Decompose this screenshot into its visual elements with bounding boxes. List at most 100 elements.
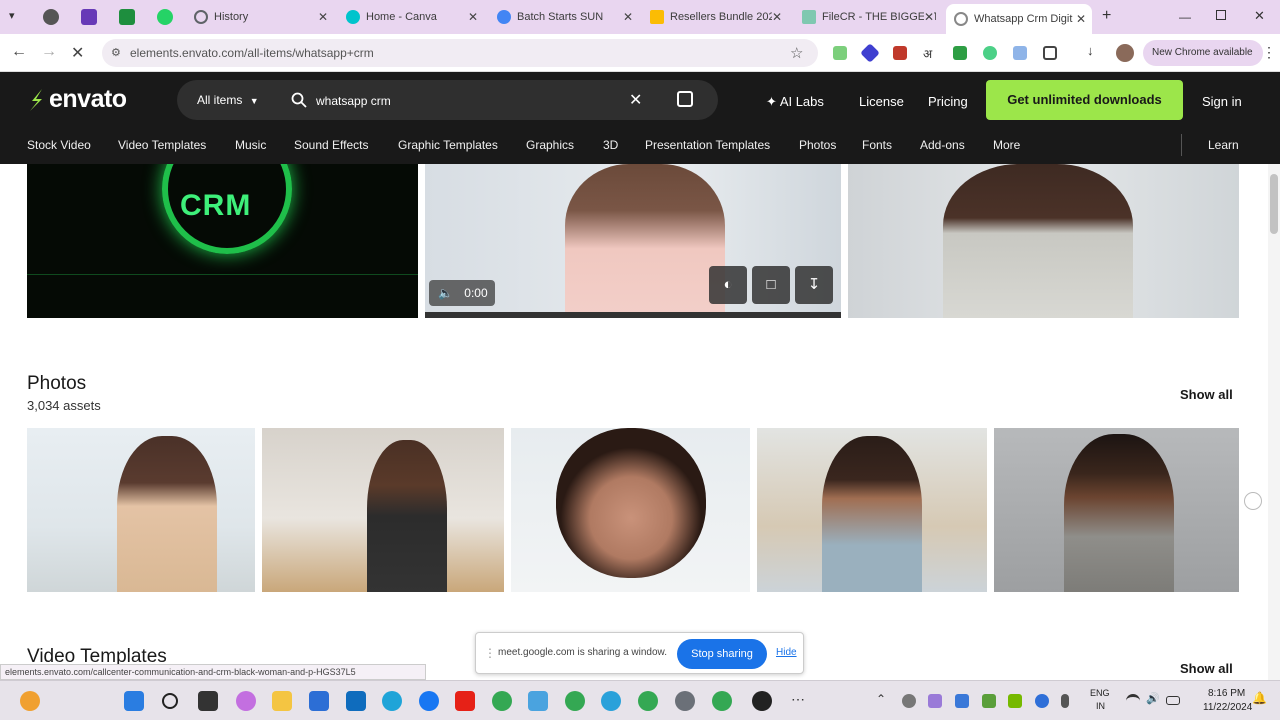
- photo-thumb[interactable]: [757, 428, 987, 592]
- chrome-icon[interactable]: [638, 691, 658, 711]
- close-icon[interactable]: ✕: [923, 10, 934, 24]
- close-icon[interactable]: ✕: [771, 10, 782, 24]
- tab-whatsapp-crm[interactable]: Whatsapp Crm Digit ✕: [946, 4, 1092, 34]
- taskbar-search-icon[interactable]: [162, 693, 178, 709]
- more-apps-icon[interactable]: ⋯: [791, 691, 805, 708]
- tab-search-icon[interactable]: ▾: [9, 9, 25, 25]
- search-input[interactable]: whatsapp crm: [316, 94, 391, 108]
- nav-more[interactable]: More: [993, 138, 1020, 152]
- site-info-icon[interactable]: ⚙: [111, 46, 121, 59]
- pinned-tab-forms-icon[interactable]: [81, 9, 97, 25]
- nav-learn[interactable]: Learn: [1208, 138, 1239, 152]
- close-icon[interactable]: ✕: [622, 10, 633, 24]
- tab-history[interactable]: History ✕: [194, 6, 330, 28]
- translate-icon[interactable]: अ: [923, 45, 937, 61]
- pinned-tab-github-icon[interactable]: [43, 9, 59, 25]
- new-tab-button[interactable]: +: [1102, 7, 1111, 25]
- notification-bell-icon[interactable]: 🔔: [1252, 691, 1267, 705]
- chrome-icon[interactable]: [565, 691, 585, 711]
- pinned-tab-whatsapp-icon[interactable]: [157, 9, 173, 25]
- volume-time-pill[interactable]: 🔈 0:00: [429, 280, 495, 306]
- nav-fonts[interactable]: Fonts: [862, 138, 892, 152]
- extension-icon[interactable]: [893, 46, 907, 60]
- floating-scroll-icon[interactable]: [1244, 492, 1262, 510]
- input-region[interactable]: IN: [1096, 701, 1105, 711]
- nav-add-ons[interactable]: Add-ons: [920, 138, 965, 152]
- video-templates-show-all-link[interactable]: Show all: [1180, 661, 1233, 676]
- photo-thumb[interactable]: [262, 428, 504, 592]
- input-language[interactable]: ENG: [1090, 688, 1110, 698]
- window-close-icon[interactable]: ✕: [1254, 8, 1265, 24]
- telegram-icon[interactable]: [601, 691, 621, 711]
- youtube-icon[interactable]: [455, 691, 475, 711]
- nav-sound-effects[interactable]: Sound Effects: [294, 138, 369, 152]
- chrome-icon[interactable]: [492, 691, 512, 711]
- download-ext-icon[interactable]: [953, 46, 967, 60]
- nav-photos[interactable]: Photos: [799, 138, 836, 152]
- tray-icon[interactable]: [1008, 694, 1022, 708]
- stop-sharing-button[interactable]: Stop sharing: [677, 639, 767, 669]
- forward-icon[interactable]: →: [41, 43, 57, 61]
- facebook-icon[interactable]: [419, 691, 439, 711]
- new-chrome-available-button[interactable]: New Chrome available: [1143, 40, 1263, 66]
- image-search-icon[interactable]: [677, 91, 693, 107]
- file-explorer-icon[interactable]: [272, 691, 292, 711]
- find-similar-button[interactable]: ◐: [709, 266, 747, 304]
- video-thumb-man-headset[interactable]: [848, 164, 1239, 318]
- outlook-icon[interactable]: [346, 691, 366, 711]
- avatar[interactable]: [1116, 44, 1134, 62]
- close-icon[interactable]: ✕: [1075, 12, 1086, 26]
- video-thumb-crm[interactable]: CRM: [27, 164, 418, 318]
- hide-link[interactable]: Hide: [776, 647, 797, 658]
- microphone-icon[interactable]: [1061, 694, 1069, 708]
- photos-show-all-link[interactable]: Show all: [1180, 387, 1233, 402]
- start-icon[interactable]: [124, 691, 144, 711]
- pricing-link[interactable]: Pricing: [928, 94, 968, 109]
- envato-logo[interactable]: envato: [26, 85, 127, 114]
- clear-search-icon[interactable]: ✕: [629, 90, 642, 110]
- nav-music[interactable]: Music: [235, 138, 266, 152]
- close-icon[interactable]: ✕: [318, 10, 328, 24]
- close-icon[interactable]: ✕: [468, 10, 478, 24]
- tab-canva[interactable]: Home - Canva ✕: [346, 6, 480, 28]
- tab-filecr[interactable]: FileCR - THE BIGGEST ✕: [802, 6, 936, 28]
- extension-icon[interactable]: [983, 46, 997, 60]
- extension-icon[interactable]: [1013, 46, 1027, 60]
- drag-handle-icon[interactable]: ⋮: [484, 646, 496, 660]
- license-link[interactable]: License: [859, 94, 904, 109]
- tab-resellers[interactable]: Resellers Bundle 2024 ✕: [650, 6, 784, 28]
- wifi-icon[interactable]: [1126, 694, 1140, 708]
- bookmark-button[interactable]: □: [752, 266, 790, 304]
- notepad-icon[interactable]: [528, 691, 548, 711]
- edge-icon[interactable]: [382, 691, 402, 711]
- address-bar[interactable]: ⚙ elements.envato.com/all-items/whatsapp…: [102, 39, 818, 67]
- download-button[interactable]: ↧: [795, 266, 833, 304]
- more-menu-icon[interactable]: ⋮: [1262, 44, 1276, 61]
- minimize-icon[interactable]: —: [1179, 10, 1191, 24]
- all-items-dropdown[interactable]: All items ▼: [197, 93, 259, 107]
- scroll-thumb[interactable]: [1270, 174, 1278, 234]
- bookmark-star-icon[interactable]: ☆: [790, 44, 803, 62]
- obs-icon[interactable]: [752, 691, 772, 711]
- tray-icon[interactable]: [902, 694, 916, 708]
- video-thumb-woman-headset[interactable]: 🔈 0:00 ◐ □ ↧: [425, 164, 841, 318]
- clock-date[interactable]: 11/22/2024: [1203, 702, 1252, 713]
- nav-3d[interactable]: 3D: [603, 138, 618, 152]
- nav-stock-video[interactable]: Stock Video: [27, 138, 91, 152]
- extension-icon[interactable]: [833, 46, 847, 60]
- photo-thumb[interactable]: [994, 428, 1239, 592]
- nav-graphic-templates[interactable]: Graphic Templates: [398, 138, 498, 152]
- stop-icon[interactable]: ✕: [71, 43, 84, 63]
- nav-graphics[interactable]: Graphics: [526, 138, 574, 152]
- nav-presentation-templates[interactable]: Presentation Templates: [645, 138, 770, 152]
- weather-icon[interactable]: [20, 691, 40, 711]
- store-icon[interactable]: [309, 691, 329, 711]
- photo-thumb[interactable]: [511, 428, 750, 592]
- nav-video-templates[interactable]: Video Templates: [118, 138, 206, 152]
- puzzle-icon[interactable]: [1043, 46, 1057, 60]
- photo-thumb[interactable]: [27, 428, 255, 592]
- settings-icon[interactable]: [675, 691, 695, 711]
- task-view-icon[interactable]: [198, 691, 218, 711]
- ai-labs-link[interactable]: ✦ AI Labs: [766, 94, 824, 110]
- battery-icon[interactable]: [1166, 696, 1180, 705]
